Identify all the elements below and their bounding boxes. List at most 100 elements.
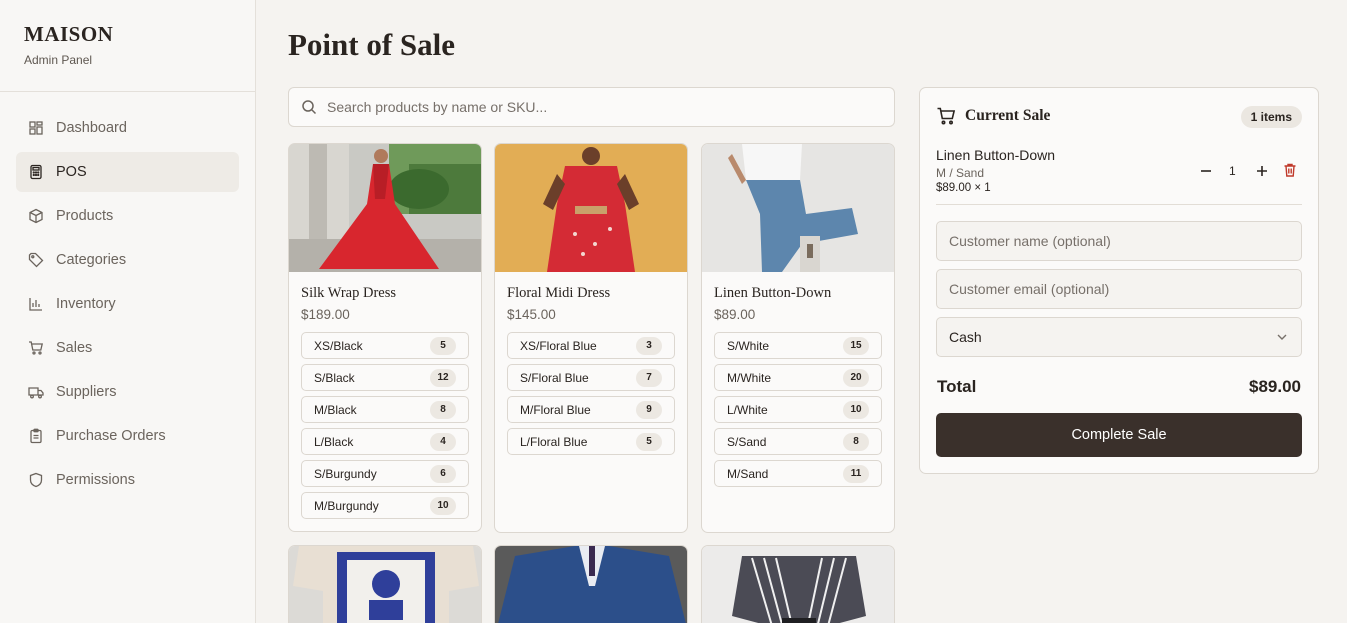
sidebar-item-categories[interactable]: Categories [16, 240, 239, 280]
variant-button[interactable]: S/Sand 8 [714, 428, 882, 455]
payment-method-select[interactable]: Cash [936, 317, 1302, 357]
customer-email-input[interactable] [949, 281, 1289, 297]
variant-label: M/Floral Blue [520, 402, 591, 417]
sidebar-nav: Dashboard POS Products Categories Invent… [0, 92, 255, 500]
product-name: Floral Midi Dress [507, 285, 611, 301]
cart-icon [937, 107, 956, 125]
variant-button[interactable]: S/White 15 [714, 332, 882, 359]
variant-label: S/Black [314, 370, 355, 385]
stock-badge: 7 [636, 368, 662, 387]
truck-icon [28, 384, 44, 400]
clipboard-icon [28, 428, 44, 444]
variant-button[interactable]: XS/Floral Blue 3 [507, 332, 675, 359]
variant-button[interactable]: M/Burgundy 10 [301, 492, 469, 519]
variant-button[interactable]: S/Burgundy 6 [301, 460, 469, 487]
product-name: Linen Button-Down [714, 285, 832, 301]
stock-badge: 4 [430, 432, 456, 451]
product-card[interactable]: Linen Button-Down $89.00 S/White 15 M/Whi… [701, 143, 895, 533]
variant-label: M/Burgundy [314, 498, 379, 513]
variant-button[interactable]: M/Floral Blue 9 [507, 396, 675, 423]
quantity-value: 1 [1229, 164, 1236, 178]
sidebar-item-label: Inventory [56, 296, 116, 312]
variant-button[interactable]: L/White 10 [714, 396, 882, 423]
variant-label: L/Floral Blue [520, 434, 588, 449]
variant-button[interactable]: M/White 20 [714, 364, 882, 391]
sidebar-item-permissions[interactable]: Permissions [16, 460, 239, 500]
stock-badge: 11 [843, 464, 869, 483]
stock-badge: 5 [430, 336, 456, 355]
total-label: Total [937, 377, 977, 396]
product-card[interactable] [494, 545, 688, 623]
calculator-icon [28, 164, 44, 180]
product-image [702, 144, 894, 272]
sidebar-item-sales[interactable]: Sales [16, 328, 239, 368]
variant-button[interactable]: XS/Black 5 [301, 332, 469, 359]
sidebar-item-suppliers[interactable]: Suppliers [16, 372, 239, 412]
stock-badge: 15 [843, 336, 869, 355]
sidebar-item-label: Permissions [56, 472, 135, 488]
product-image [289, 546, 481, 623]
variant-label: M/Sand [727, 466, 769, 481]
increase-quantity-icon[interactable] [1254, 163, 1270, 179]
variant-label: M/White [727, 370, 772, 385]
decrease-quantity-icon[interactable] [1198, 163, 1214, 179]
shield-icon [28, 472, 44, 488]
product-card[interactable] [701, 545, 895, 623]
brand-title: MAISON [24, 22, 114, 46]
product-card[interactable]: Silk Wrap Dress $189.00 XS/Black 5 S/Blac… [288, 143, 482, 532]
variant-label: S/Floral Blue [520, 370, 589, 385]
tag-icon [28, 252, 44, 268]
stock-badge: 5 [636, 432, 662, 451]
stock-badge: 10 [843, 400, 869, 419]
product-card[interactable] [288, 545, 482, 623]
variant-label: S/White [727, 338, 770, 353]
variant-label: S/Burgundy [314, 466, 377, 481]
cart-icon [28, 340, 44, 356]
brand-subtitle: Admin Panel [24, 53, 93, 67]
sidebar: MAISON Admin Panel Dashboard POS Product… [0, 0, 256, 623]
customer-email-field[interactable] [936, 269, 1302, 309]
page-title: Point of Sale [288, 27, 456, 62]
sidebar-item-inventory[interactable]: Inventory [16, 284, 239, 324]
product-search[interactable] [288, 87, 895, 127]
product-card[interactable]: Floral Midi Dress $145.00 XS/Floral Blue… [494, 143, 688, 533]
dashboard-icon [28, 120, 44, 136]
search-icon [302, 100, 317, 115]
variant-label: XS/Floral Blue [520, 338, 597, 353]
sidebar-item-products[interactable]: Products [16, 196, 239, 236]
variant-button[interactable]: S/Black 12 [301, 364, 469, 391]
variant-button[interactable]: S/Floral Blue 7 [507, 364, 675, 391]
stock-badge: 8 [430, 400, 456, 419]
stock-badge: 3 [636, 336, 662, 355]
stock-badge: 8 [843, 432, 869, 451]
payment-method-value: Cash [949, 329, 982, 345]
variant-button[interactable]: L/Floral Blue 5 [507, 428, 675, 455]
stock-badge: 6 [430, 464, 456, 483]
complete-sale-button[interactable]: Complete Sale [936, 413, 1302, 457]
sidebar-item-purchase-orders[interactable]: Purchase Orders [16, 416, 239, 456]
variant-label: L/White [727, 402, 768, 417]
trash-icon[interactable] [1282, 162, 1298, 178]
line-item-name: Linen Button-Down [936, 147, 1056, 163]
variant-label: L/Black [314, 434, 354, 449]
sidebar-item-pos[interactable]: POS [16, 152, 239, 192]
variant-button[interactable]: M/Sand 11 [714, 460, 882, 487]
product-image [702, 546, 894, 623]
variant-label: S/Sand [727, 434, 767, 449]
customer-name-input[interactable] [949, 233, 1289, 249]
total-value: $89.00 [1249, 377, 1301, 396]
bar-chart-icon [28, 296, 44, 312]
sidebar-item-dashboard[interactable]: Dashboard [16, 108, 239, 148]
product-image [495, 144, 687, 272]
product-name: Silk Wrap Dress [301, 285, 397, 301]
variant-button[interactable]: L/Black 4 [301, 428, 469, 455]
current-sale-panel: Current Sale 1 items Linen Button-Down M… [919, 87, 1319, 474]
sidebar-item-label: POS [56, 164, 87, 180]
product-image [495, 546, 687, 623]
sidebar-item-label: Dashboard [56, 120, 127, 136]
sale-header: Current Sale [936, 106, 1050, 126]
customer-name-field[interactable] [936, 221, 1302, 261]
items-count-badge: 1 items [1240, 106, 1302, 128]
variant-button[interactable]: M/Black 8 [301, 396, 469, 423]
search-input[interactable] [327, 99, 867, 115]
